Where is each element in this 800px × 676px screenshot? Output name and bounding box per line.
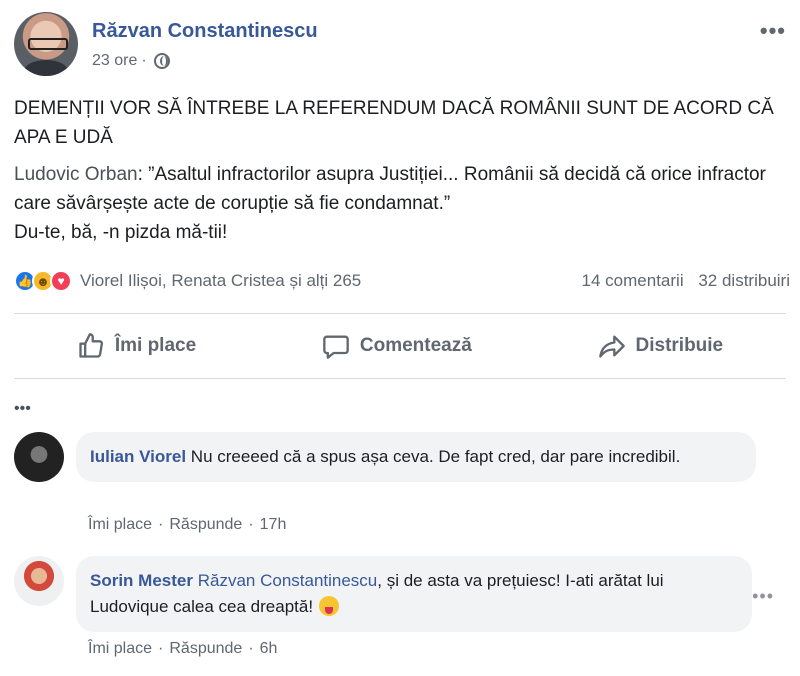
view-more-comments-link[interactable]: •••	[14, 400, 31, 418]
divider-bottom	[14, 378, 786, 379]
commenter-avatar[interactable]	[14, 432, 64, 482]
commenter-name[interactable]: Sorin Mester	[90, 571, 193, 590]
meta-separator: ·	[141, 52, 147, 69]
thumbs-up-icon	[79, 333, 103, 358]
comment-like-link[interactable]: Îmi place	[88, 640, 152, 657]
comment-label: Comentează	[359, 335, 472, 356]
comments-count[interactable]: 14 comentarii	[582, 271, 684, 290]
shares-count[interactable]: 32 distribuiri	[698, 271, 790, 290]
share-icon	[598, 335, 625, 358]
commenter-avatar[interactable]	[14, 556, 64, 606]
comment-bubble: Sorin Mester Răzvan Constantinescu, și d…	[76, 556, 752, 632]
quote-author: Ludovic Orban	[14, 164, 138, 185]
comment-time[interactable]: 6h	[260, 640, 278, 657]
love-reaction-icon[interactable]: ♥	[50, 270, 72, 292]
post-meta: 23 ore ·	[92, 52, 170, 70]
commenter-name[interactable]: Iulian Viorel	[90, 447, 186, 466]
globe-icon	[153, 53, 170, 69]
comment-actions: Îmi place · Răspunde · 6h	[88, 640, 278, 657]
tongue-emoji-icon	[319, 596, 340, 616]
comment-button[interactable]: Comentează	[322, 332, 472, 360]
like-button[interactable]: Îmi place	[77, 332, 196, 360]
divider-top	[14, 313, 786, 314]
comment-icon	[323, 335, 349, 359]
like-label: Îmi place	[114, 335, 197, 356]
comment-time[interactable]: 17h	[260, 516, 287, 533]
post-header: Răzvan Constantinescu 23 ore · •••	[14, 12, 786, 76]
reactions-row: 👍 ☻ ♥ Viorel Ilișoi, Renata Cristea și a…	[14, 266, 790, 296]
comment-text: Nu creeeed că a spus așa ceva. De fapt c…	[190, 447, 681, 466]
post-text: DEMENȚII VOR SĂ ÎNTREBE LA REFERENDUM DA…	[14, 98, 774, 148]
comment-reply-link[interactable]: Răspunde	[169, 640, 242, 657]
comment-like-link[interactable]: Îmi place	[88, 516, 152, 533]
engagement-counts: 14 comentarii 32 distribuiri	[572, 271, 790, 291]
share-label: Distribuie	[635, 335, 724, 356]
comment-mention[interactable]: Răzvan Constantinescu	[198, 571, 378, 590]
more-options-icon[interactable]: •••	[760, 18, 786, 44]
post-time[interactable]: 23 ore	[92, 52, 137, 70]
reactors-summary[interactable]: Viorel Ilișoi, Renata Cristea și alți 26…	[80, 271, 361, 291]
author-avatar[interactable]	[14, 12, 78, 76]
action-bar: Îmi place Comentează Distribuie	[14, 320, 786, 372]
author-name[interactable]: Răzvan Constantinescu	[92, 20, 318, 43]
comment-bubble: Iulian Viorel Nu creeeed că a spus așa c…	[76, 432, 756, 482]
share-button[interactable]: Distribuie	[598, 332, 724, 360]
comment-actions: Îmi place · Răspunde · 17h	[88, 516, 287, 533]
comments-section: ••• Iulian Viorel Nu creeeed că a spus a…	[0, 380, 800, 676]
quote-reply: Du-te, bă, -n pizda mă-tii!	[14, 222, 228, 243]
post-quote: Ludovic Orban: ”Asaltul infractorilor as…	[14, 160, 794, 247]
comment-reply-link[interactable]: Răspunde	[169, 516, 242, 533]
comment-more-icon[interactable]: •••	[752, 586, 774, 607]
